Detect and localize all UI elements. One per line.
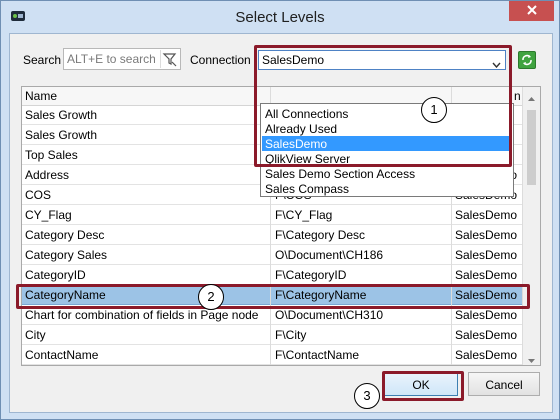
cell-name: Address [25,168,70,182]
cell-name: Top Sales [25,148,78,162]
cell-name: CY_Flag [25,208,72,222]
cell-name: COS [25,188,52,202]
cell-path: O\Document\CH186 [275,248,384,262]
dropdown-option[interactable]: Sales Compass [262,181,512,196]
cell-path: F\ContactName [275,348,360,362]
table-row[interactable]: Category Sales O\Document\CH186 SalesDemo [22,245,522,265]
search-input[interactable] [67,51,155,67]
cell-name: Category Desc [25,228,105,242]
table-row[interactable]: City F\City SalesDemo [22,325,522,345]
close-icon [526,4,538,19]
cell-name: Chart for combination of fields in Page … [25,308,259,322]
cell-connection: SalesDemo [455,228,518,242]
connection-label: Connection [190,53,251,67]
cell-name: City [25,328,46,342]
callout-marker: 2 [198,284,224,310]
scroll-down-icon[interactable] [527,353,536,365]
cell-path: F\CY_Flag [275,208,333,222]
cell-connection: SalesDemo [455,328,518,342]
window-title: Select Levels [235,9,325,26]
option-label: Sales Demo Section Access [265,167,416,181]
column-header-name[interactable]: Name [25,89,57,103]
cancel-button[interactable]: Cancel [468,372,540,396]
highlight-selected-row [16,284,530,309]
table-row[interactable]: CY_Flag F\CY_Flag SalesDemo [22,205,522,225]
cell-name: Sales Growth [25,108,98,122]
refresh-icon [519,54,535,71]
search-label: Search [23,53,62,67]
table-row[interactable]: CategoryID F\CategoryID SalesDemo [22,265,522,285]
cell-name: CategoryID [25,268,86,282]
cell-connection: SalesDemo [455,248,518,262]
cell-name: Category Sales [25,248,108,262]
cell-path: F\CategoryID [275,268,347,282]
callout-marker: 1 [421,97,447,123]
refresh-button[interactable] [518,51,536,69]
cell-name: ContactName [25,348,99,362]
cell-path: F\City [275,328,307,342]
search-field[interactable] [63,48,181,70]
title-bar: Select Levels [1,1,559,33]
column-header-connection[interactable]: n [514,89,521,103]
dropdown-option[interactable]: Sales Demo Section Access [262,166,512,181]
dialog-window: Select Levels Search Connection SalesDem… [0,0,560,420]
cell-path: F\Category Desc [275,228,366,242]
highlight-ok-button [382,371,464,401]
highlight-connection-dropdown [254,45,512,167]
option-label: Sales Compass [265,182,350,196]
cell-connection: SalesDemo [455,348,518,362]
scrollbar-thumb[interactable] [527,110,536,185]
table-row[interactable]: Category Desc F\Category Desc SalesDemo [22,225,522,245]
callout-marker: 3 [354,383,380,409]
close-button[interactable] [509,1,554,21]
filter-icon[interactable] [160,50,179,68]
cell-path: O\Document\CH310 [275,308,384,322]
cell-name: Sales Growth [25,128,98,142]
table-row[interactable]: ContactName F\ContactName SalesDemo [22,345,522,365]
dialog-body: Search Connection SalesDemo Name n [9,33,553,413]
cell-connection: SalesDemo [455,308,518,322]
cell-connection: SalesDemo [455,208,518,222]
scroll-up-icon[interactable] [527,91,536,105]
vertical-scrollbar[interactable] [522,87,540,365]
cell-connection: SalesDemo [455,268,518,282]
